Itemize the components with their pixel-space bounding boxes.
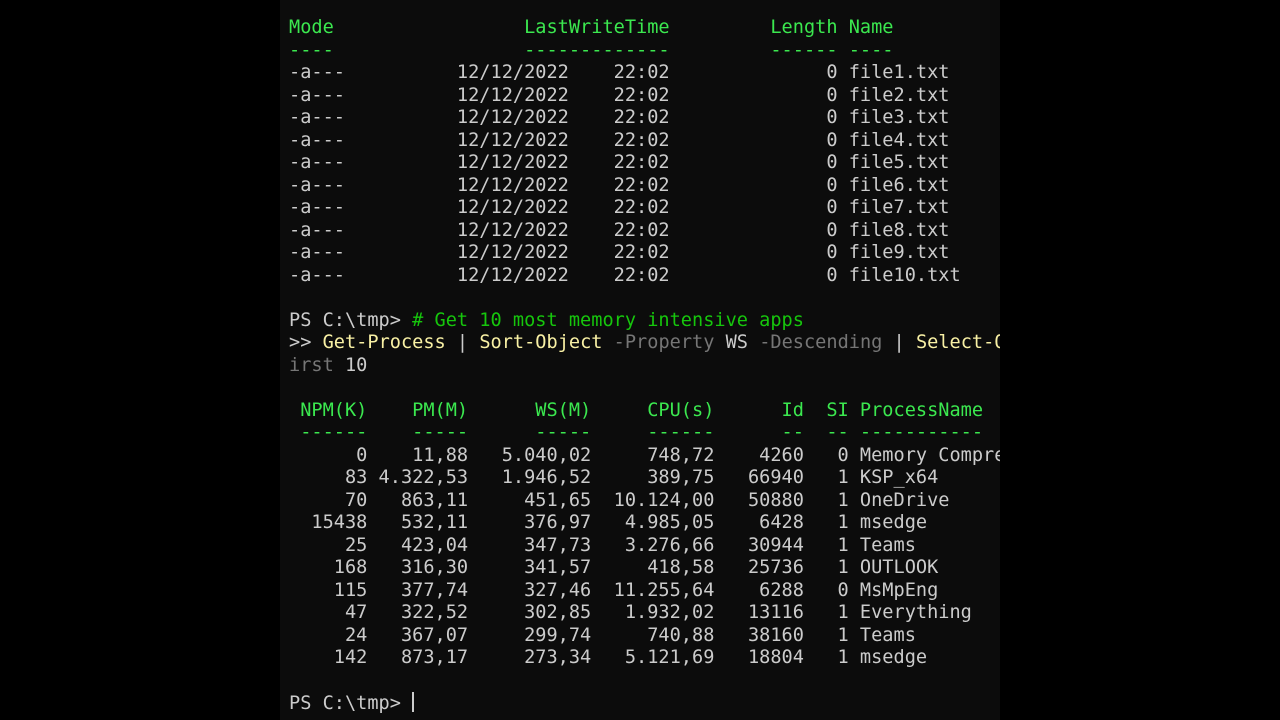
- process-row: 24 367,07 299,74 740,88 38160 1 Teams: [289, 624, 916, 646]
- prompt-text: PS C:\tmp>: [289, 693, 413, 714]
- file-listing-header: Mode LastWriteTime Length Name: [289, 17, 894, 38]
- process-row: 15438 532,11 376,97 4.985,05 6428 1 msed…: [289, 512, 928, 533]
- pipe-operator: |: [445, 332, 480, 353]
- parameter-first-wrapped: irst: [289, 354, 334, 376]
- text-cursor[interactable]: [412, 692, 415, 712]
- file-row: -a--- 12/12/2022 22:02 0 file2.txt: [289, 84, 950, 106]
- process-table-underline: ------ ----- ----- ------ -- -- --------…: [289, 422, 984, 443]
- file-listing-underline: ---- ------------- ------ ----: [289, 39, 894, 61]
- process-row: 83 4.322,53 1.946,52 389,75 66940 1 KSP_…: [289, 467, 939, 488]
- continuation-prompt: >>: [289, 332, 323, 353]
- command-pipeline-line: >> Get-Process | Sort-Object -Property W…: [289, 332, 1000, 355]
- process-row: 25 423,04 347,73 3.276,66 30944 1 Teams: [289, 534, 916, 556]
- cmdlet-select-object: Select-O: [915, 332, 1000, 353]
- file-row: -a--- 12/12/2022 22:02 0 file9.txt: [289, 242, 950, 263]
- process-row: 168 316,30 341,57 418,58 25736 1 OUTLOOK: [289, 557, 939, 578]
- process-row: 0 11,88 5.040,02 748,72 4260 0 Memory Co…: [289, 444, 1000, 466]
- process-table-header: NPM(K) PM(M) WS(M) CPU(s) Id SI ProcessN…: [289, 399, 984, 421]
- process-row: 142 873,17 273,34 5.121,69 18804 1 msedg…: [289, 647, 928, 668]
- process-row: 115 377,74 327,46 11.255,64 6288 0 MsMpE…: [289, 579, 939, 601]
- command-comment: # Get 10 most memory intensive apps: [412, 309, 804, 331]
- file-row: -a--- 12/12/2022 22:02 0 file8.txt: [289, 219, 950, 241]
- file-row: -a--- 12/12/2022 22:02 0 file10.txt: [289, 264, 961, 286]
- process-row: 47 322,52 302,85 1.932,02 13116 1 Everyt…: [289, 602, 972, 623]
- cmdlet-get-process: Get-Process: [322, 332, 446, 353]
- argument-10: 10: [333, 354, 368, 376]
- argument-ws: WS: [714, 332, 749, 353]
- pipe-operator: |: [882, 332, 916, 353]
- process-row: 70 863,11 451,65 10.124,00 50880 1 OneDr…: [289, 489, 950, 511]
- file-row: -a--- 12/12/2022 22:02 0 file6.txt: [289, 174, 950, 196]
- file-row: -a--- 12/12/2022 22:02 0 file4.txt: [289, 129, 950, 151]
- file-row: -a--- 12/12/2022 22:02 0 file1.txt: [289, 62, 950, 83]
- command-wrap-line: irst 10: [289, 355, 367, 378]
- cmdlet-sort-object: Sort-Object: [479, 332, 603, 353]
- prompt-text: PS C:\tmp>: [289, 309, 413, 331]
- command-prompt-line: PS C:\tmp> # Get 10 most memory intensiv…: [289, 310, 804, 333]
- file-row: -a--- 12/12/2022 22:02 0 file7.txt: [289, 197, 950, 218]
- file-row: -a--- 12/12/2022 22:02 0 file3.txt: [289, 107, 950, 128]
- parameter-property: -Property: [602, 332, 715, 353]
- file-row: -a--- 12/12/2022 22:02 0 file5.txt: [289, 152, 950, 173]
- active-prompt-line[interactable]: PS C:\tmp>: [289, 692, 415, 715]
- parameter-descending: -Descending: [748, 332, 883, 353]
- terminal-window[interactable]: Mode LastWriteTime Length Name ---- ----…: [280, 0, 1000, 720]
